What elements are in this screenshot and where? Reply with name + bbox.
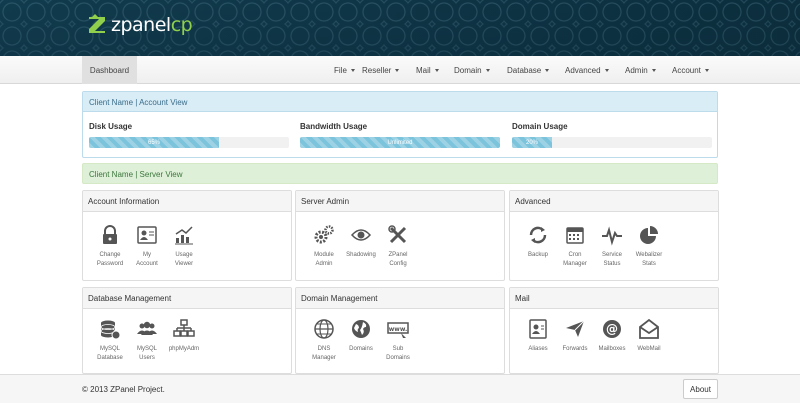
nav-menu-admin[interactable]: Admin [625,56,656,84]
refresh-icon [529,226,547,244]
module-module-admin[interactable]: Module Admin [305,224,343,269]
module-shadowing[interactable]: Shadowing [342,224,380,260]
users-icon [137,321,157,335]
database-icon [100,320,121,340]
box-title: Mail [510,288,718,309]
disk-usage-fill: 65% [89,137,219,148]
eye-icon [350,229,372,241]
module-my-account[interactable]: My Account [128,224,166,269]
module-zpanel-config[interactable]: ZPanel Config [379,224,417,269]
server-admin-box: Server Admin Module Admin Shadowing ZPan… [295,190,505,281]
module-mysql-database[interactable]: MySQL Database [91,318,129,363]
logo[interactable]: zpanelcp [86,14,193,36]
zpanel-logo-icon [86,14,108,36]
nav-menu-database[interactable]: Database [507,56,550,84]
paper-plane-icon [566,320,585,337]
module-dns-manager[interactable]: DNS Manager [305,318,343,363]
nav-menu-file[interactable]: File [334,56,355,84]
nav-menu-domain[interactable]: Domain [454,56,490,84]
nav-menu-advanced[interactable]: Advanced [565,56,609,84]
account-information-box: Account Information Change Password My A… [82,190,292,281]
nav-menu-account[interactable]: Account [672,56,709,84]
at-sign-icon: @ [603,320,621,338]
gears-icon [314,225,334,244]
box-title: Server Admin [296,191,504,212]
pulse-icon [602,226,622,246]
svg-text:@: @ [606,322,618,336]
caret-down-icon [434,68,439,72]
module-sub-domains[interactable]: www. Sub Domains [379,318,417,363]
disk-usage-bar: 65% [89,137,289,148]
module-forwards[interactable]: Forwards [556,318,594,354]
domain-usage-bar: 20% [512,137,712,148]
www-icon: www. [387,322,409,338]
bandwidth-usage-fill: Unlimited [300,137,500,148]
module-cron-manager[interactable]: Cron Manager [556,224,594,269]
module-webmail[interactable]: WebMail [630,318,668,354]
header-banner: zpanelcp [0,0,800,56]
id-card-icon [137,226,157,244]
module-backup[interactable]: Backup [519,224,557,260]
svg-text:www.: www. [389,326,408,333]
box-title: Database Management [83,288,291,309]
account-view-header: Client Name | Account View [83,92,717,112]
calendar-icon [566,227,584,244]
domain-management-box: Domain Management DNS Manager Domains ww… [295,287,505,374]
advanced-box: Advanced Backup Cron Manager Service Sta… [509,190,719,281]
footer: © 2013 ZPanel Project. About [0,374,800,403]
pie-chart-icon [640,226,658,244]
module-domains[interactable]: Domains [342,318,380,354]
module-change-password[interactable]: Change Password [91,224,129,269]
chart-icon [175,226,193,245]
envelope-open-icon [639,318,659,339]
database-management-box: Database Management MySQL Database MySQL… [82,287,292,374]
sitemap-icon [173,319,195,337]
box-title: Account Information [83,191,291,212]
module-webalizer-stats[interactable]: Webalizer Stats [630,224,668,269]
module-phpmyadmin[interactable]: phpMyAdm [165,318,203,354]
disk-usage-label: Disk Usage [89,122,133,131]
module-service-status[interactable]: Service Status [593,224,631,269]
account-view-panel: Client Name | Account View Disk Usage 65… [82,91,718,158]
caret-down-icon [704,68,709,72]
bandwidth-usage-label: Bandwidth Usage [300,122,368,131]
nav-menu-reseller[interactable]: Reseller [362,56,400,84]
caret-down-icon [545,68,550,72]
brand-name: zpanelcp [111,14,193,36]
padlock-icon [103,225,117,244]
caret-down-icon [651,68,656,72]
box-title: Domain Management [296,288,504,309]
tools-icon [388,225,407,244]
nav-menu-mail[interactable]: Mail [416,56,439,84]
bandwidth-usage-bar: Unlimited [300,137,500,148]
module-mysql-users[interactable]: MySQL Users [128,318,166,363]
earth-icon [352,320,370,338]
contact-card-icon [529,319,547,339]
server-view-header: Client Name | Server View [82,163,718,184]
domain-usage-fill: 20% [512,137,552,148]
caret-down-icon [350,68,355,72]
module-usage-viewer[interactable]: Usage Viewer [165,224,203,269]
caret-down-icon [395,68,400,72]
mail-box: Mail Aliases Forwards @ Mailboxes WebMai… [509,287,719,374]
globe-icon [314,319,334,339]
domain-usage-label: Domain Usage [512,122,568,131]
about-button[interactable]: About [683,379,718,399]
nav-dashboard[interactable]: Dashboard [82,56,137,84]
caret-down-icon [485,68,490,72]
module-mailboxes[interactable]: @ Mailboxes [593,318,631,354]
top-navbar: Dashboard File Reseller Mail Domain Data… [0,56,800,84]
caret-down-icon [604,68,609,72]
module-aliases[interactable]: Aliases [519,318,557,354]
copyright-text: © 2013 ZPanel Project. [82,385,165,394]
box-title: Advanced [510,191,718,212]
